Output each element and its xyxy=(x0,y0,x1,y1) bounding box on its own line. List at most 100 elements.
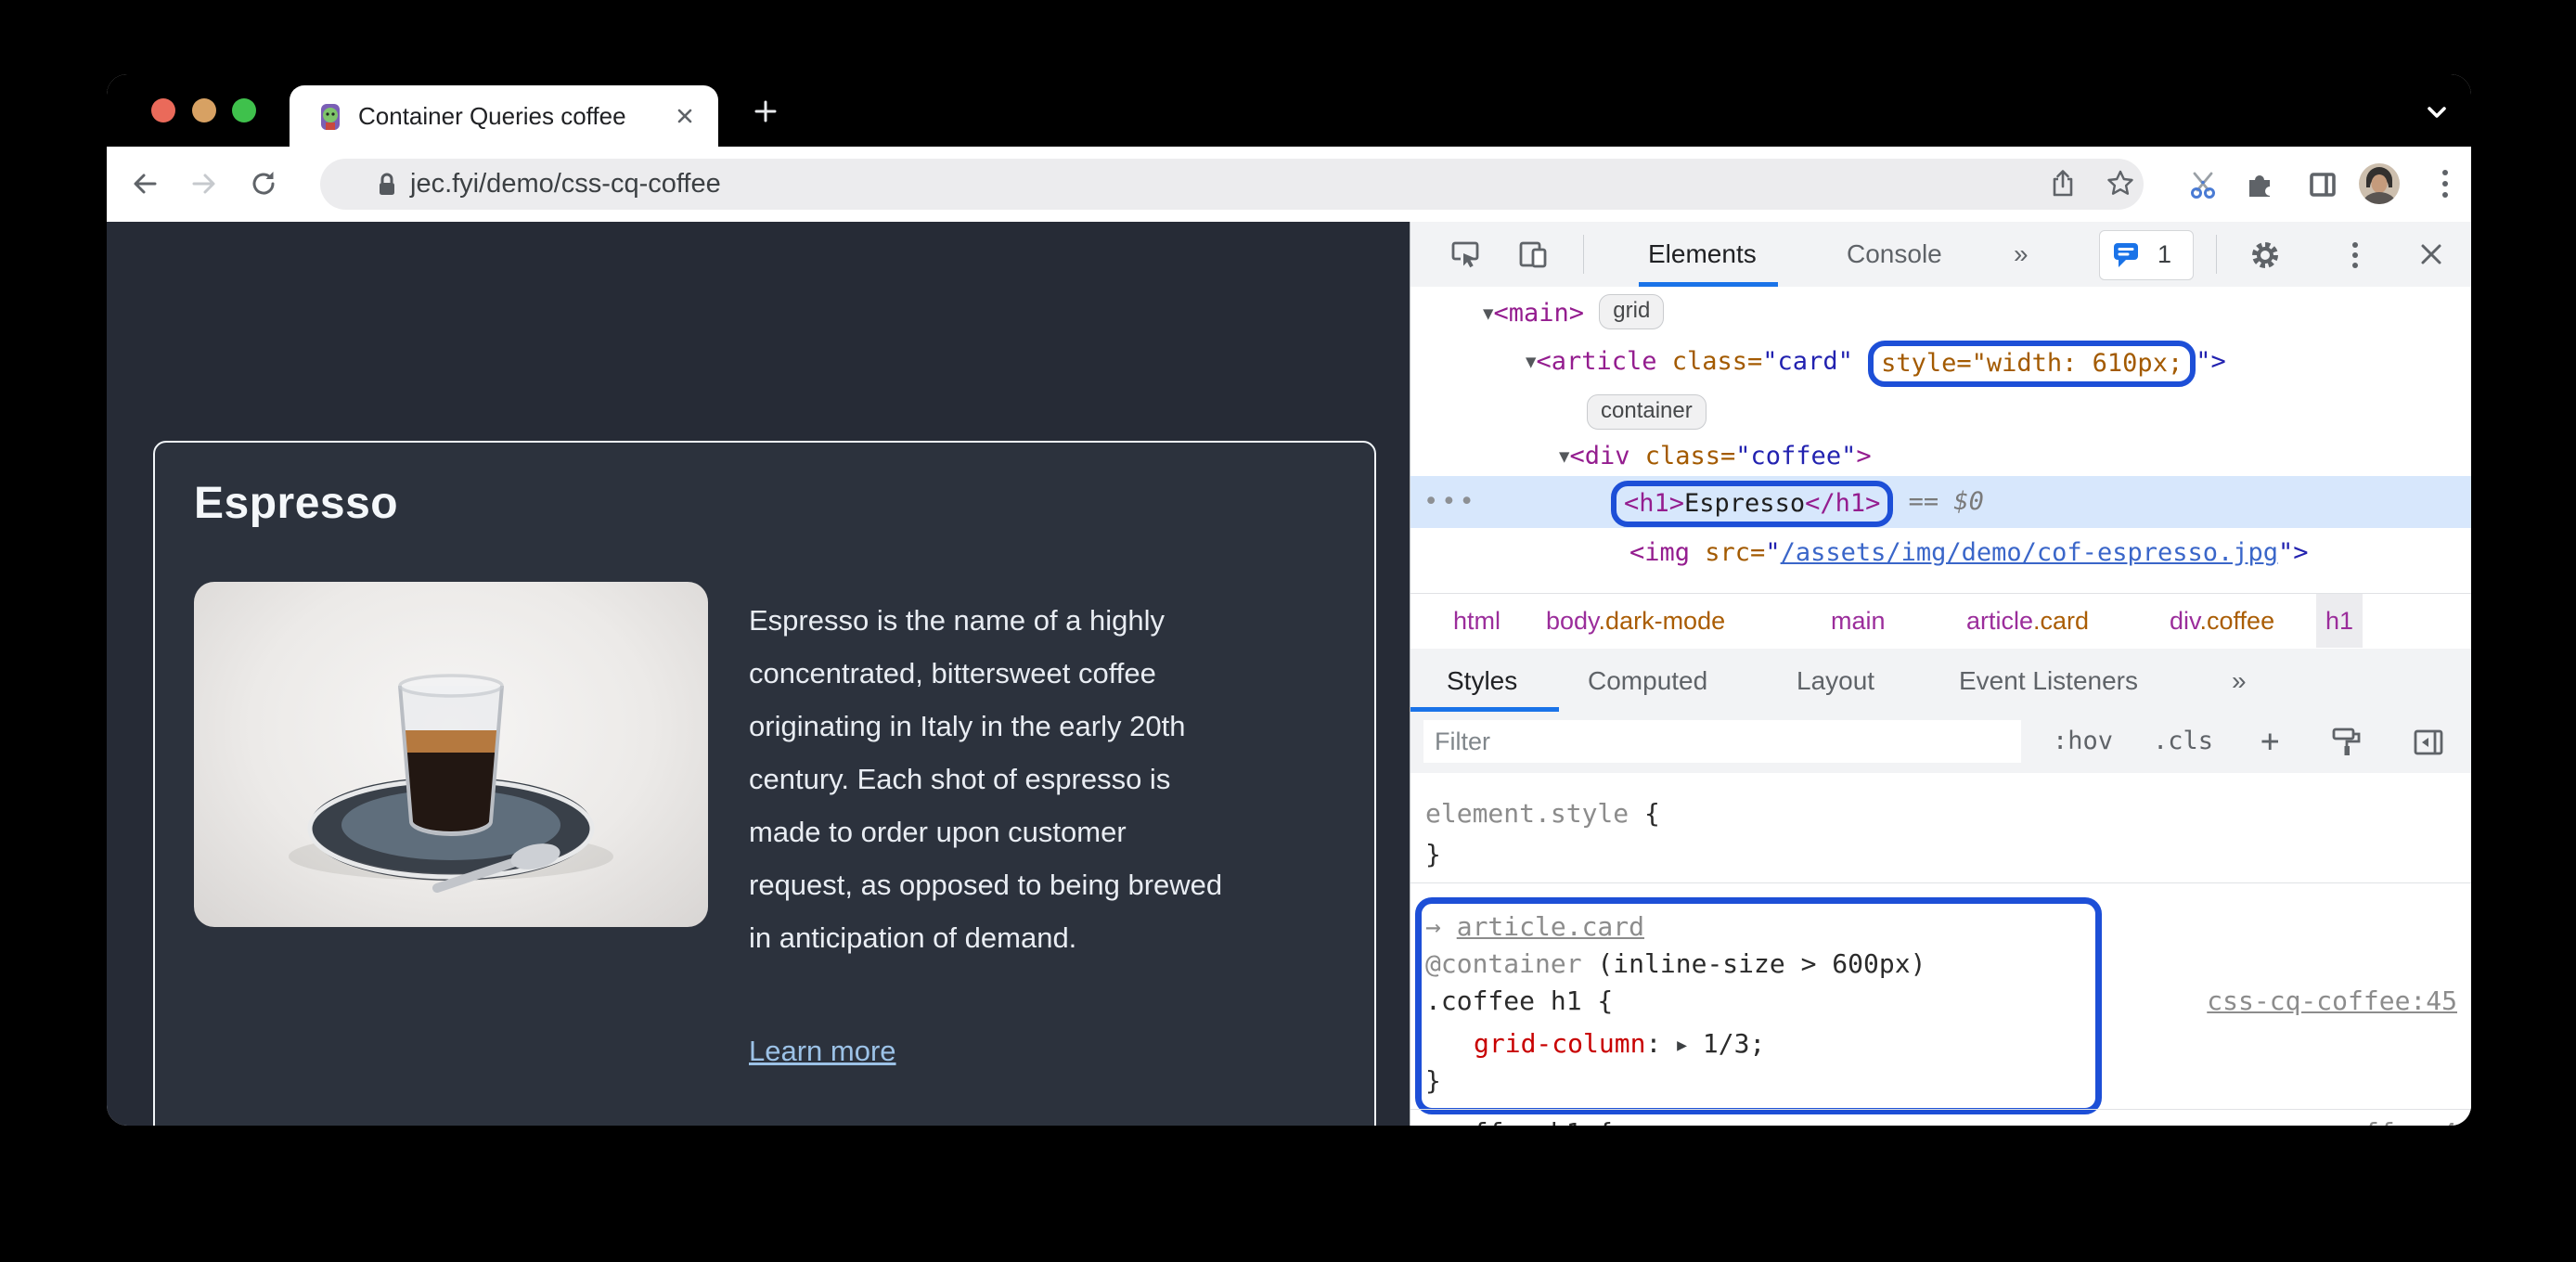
inspect-element-icon[interactable] xyxy=(1448,238,1483,277)
tab-console[interactable]: Console xyxy=(1847,222,1942,286)
browser-tab[interactable]: Container Queries coffee xyxy=(290,85,718,147)
window-content: Espresso Espresso is the name of a highl… xyxy=(107,222,2471,1126)
bookmark-star-icon[interactable] xyxy=(2104,167,2137,205)
traffic-light-minimize[interactable] xyxy=(192,98,216,122)
url-text: jec.fyi/demo/css-cq-coffee xyxy=(410,169,721,199)
crumb-h1-selected[interactable]: h1 xyxy=(2316,594,2363,648)
browser-menu-icon[interactable] xyxy=(2428,165,2462,207)
traffic-light-close[interactable] xyxy=(151,98,175,122)
toolbar-divider xyxy=(1583,235,1584,274)
dom-row-gutter-dots[interactable]: ••• xyxy=(1423,476,1477,528)
rule-declaration[interactable]: grid-column: ▶ 1/3; xyxy=(1474,1025,1765,1062)
forward-icon[interactable] xyxy=(187,167,221,205)
twisty-icon[interactable]: ▼ xyxy=(1483,303,1493,324)
close-devtools-icon[interactable] xyxy=(2415,238,2448,276)
settings-gear-icon[interactable] xyxy=(2248,238,2283,277)
tab-styles[interactable]: Styles xyxy=(1447,649,1517,713)
dom-row-div-coffee[interactable]: ▼<div class="coffee"> xyxy=(1410,433,2471,480)
style-attr-highlight: style="width: 610px; xyxy=(1868,341,2196,387)
paragraph-line: request, as opposed to being brewed xyxy=(749,869,1223,901)
tab-layout[interactable]: Layout xyxy=(1797,649,1874,713)
twisty-icon[interactable]: ▼ xyxy=(1526,352,1536,372)
devtools-toolbar: Elements Console » 1 xyxy=(1410,222,2471,288)
paint-format-icon[interactable] xyxy=(2329,725,2364,765)
tab-favicon-icon xyxy=(316,102,345,136)
styles-tab-bar: Styles Computed Layout Event Listeners » xyxy=(1410,649,2471,713)
profile-avatar[interactable] xyxy=(2359,163,2400,209)
scissors-extension-icon[interactable] xyxy=(2185,167,2221,207)
rule-selector[interactable]: .coffee h1 { xyxy=(1425,983,1613,1020)
twisty-icon[interactable]: ▼ xyxy=(1559,446,1569,467)
tab-strip: Container Queries coffee xyxy=(107,74,2471,147)
next-rule-source-clipped: css-cq-coffee:4 xyxy=(2222,1114,2457,1126)
browser-window: Container Queries coffee jec.fyi/demo/cs… xyxy=(107,74,2471,1126)
dom-row-main[interactable]: ▼<main> grid xyxy=(1410,290,2471,337)
value-expander-icon[interactable]: ▶ xyxy=(1677,1036,1687,1055)
rule-ancestor-link[interactable]: → article.card xyxy=(1425,908,1644,946)
dom-tree: ▼<main> grid ▼<article class="card" styl… xyxy=(1410,287,2471,593)
rule-divider xyxy=(1410,1109,2471,1110)
extensions-puzzle-icon[interactable] xyxy=(2242,167,2277,207)
element-style-close: } xyxy=(1425,839,1441,869)
toggle-class-button[interactable]: .cls xyxy=(2153,712,2213,771)
browser-toolbar: jec.fyi/demo/css-cq-coffee xyxy=(107,147,2471,223)
issues-button[interactable]: 1 xyxy=(2099,230,2194,280)
crumb-main[interactable]: main xyxy=(1831,594,1886,648)
reload-icon[interactable] xyxy=(247,167,280,205)
h1-node-highlight: <h1>Espresso</h1> xyxy=(1611,481,1894,527)
dollar-zero-marker: == $0 xyxy=(1893,487,1984,516)
learn-more-link[interactable]: Learn more xyxy=(749,1035,896,1068)
crumb-body[interactable]: body.dark-mode xyxy=(1546,594,1725,648)
demo-page: Espresso Espresso is the name of a highl… xyxy=(107,222,1410,1126)
devtools-panel: Elements Console » 1 ▼<main> grid ▼<arti… xyxy=(1410,222,2471,1126)
paragraph-line: century. Each shot of espresso is xyxy=(749,763,1171,795)
issues-count: 1 xyxy=(2157,240,2172,268)
card-paragraph: Espresso is the name of a highly concent… xyxy=(749,594,1352,964)
dom-row-h1-selected[interactable]: ••• <h1>Espresso</h1> == $0 xyxy=(1410,476,2471,528)
rule-divider xyxy=(1410,882,2471,883)
screenshot-canvas: Container Queries coffee jec.fyi/demo/cs… xyxy=(0,0,2576,1262)
dom-row-img[interactable]: <img src="/assets/img/demo/cof-espresso.… xyxy=(1410,530,2471,576)
traffic-light-zoom[interactable] xyxy=(232,98,256,122)
device-toolbar-icon[interactable] xyxy=(1516,238,1552,277)
tab-close-icon[interactable] xyxy=(674,105,696,132)
tab-event-listeners[interactable]: Event Listeners xyxy=(1959,649,2138,713)
lock-icon xyxy=(371,169,403,205)
toggle-hover-button[interactable]: :hov xyxy=(2053,712,2113,771)
styles-filter-bar: :hov .cls + xyxy=(1410,712,2471,774)
share-icon[interactable] xyxy=(2046,167,2080,205)
styles-filter-input[interactable] xyxy=(1423,720,2021,763)
more-style-tabs-chevron[interactable]: » xyxy=(2232,649,2247,713)
container-badge[interactable]: container xyxy=(1587,394,1707,430)
element-style-selector[interactable]: element.style { xyxy=(1425,795,1660,832)
new-style-rule-button[interactable]: + xyxy=(2260,712,2279,771)
espresso-card: Espresso Espresso is the name of a highl… xyxy=(153,441,1376,1126)
rule-close: } xyxy=(1425,1065,1441,1096)
paragraph-line: made to order upon customer xyxy=(749,816,1127,848)
side-panel-icon[interactable] xyxy=(2305,167,2340,207)
grid-badge[interactable]: grid xyxy=(1599,294,1665,329)
next-rule-selector-clipped: .coffee h1 { xyxy=(1425,1114,1613,1126)
img-src-link[interactable]: /assets/img/demo/cof-espresso.jpg xyxy=(1781,538,2278,567)
tab-title: Container Queries coffee xyxy=(358,102,626,130)
chevron-down-icon[interactable] xyxy=(2419,102,2454,129)
devtools-menu-icon[interactable] xyxy=(2338,238,2372,277)
tab-computed[interactable]: Computed xyxy=(1588,649,1707,713)
paragraph-line: originating in Italy in the early 20th xyxy=(749,710,1186,742)
dom-row-article[interactable]: ▼<article class="card" style="width: 610… xyxy=(1410,339,2471,387)
back-icon[interactable] xyxy=(128,167,161,205)
paragraph-line: concentrated, bittersweet coffee xyxy=(749,657,1156,689)
dom-row-container-badge: container xyxy=(1410,391,2471,437)
issues-icon xyxy=(2111,240,2143,275)
breadcrumb: html body.dark-mode main article.card di… xyxy=(1410,593,2471,650)
new-tab-button[interactable] xyxy=(749,95,782,133)
crumb-div[interactable]: div.coffee xyxy=(2170,594,2274,648)
sidebar-toggle-icon[interactable] xyxy=(2411,725,2446,765)
tab-elements[interactable]: Elements xyxy=(1648,222,1757,286)
espresso-photo xyxy=(194,582,708,927)
crumb-article[interactable]: article.card xyxy=(1966,594,2089,648)
styles-pane: element.style { } → article.card @contai… xyxy=(1410,773,2471,1126)
rule-source-link[interactable]: css-cq-coffee:45 xyxy=(2207,983,2457,1020)
more-panels-chevron[interactable]: » xyxy=(2014,222,2029,286)
crumb-html[interactable]: html xyxy=(1453,594,1501,648)
